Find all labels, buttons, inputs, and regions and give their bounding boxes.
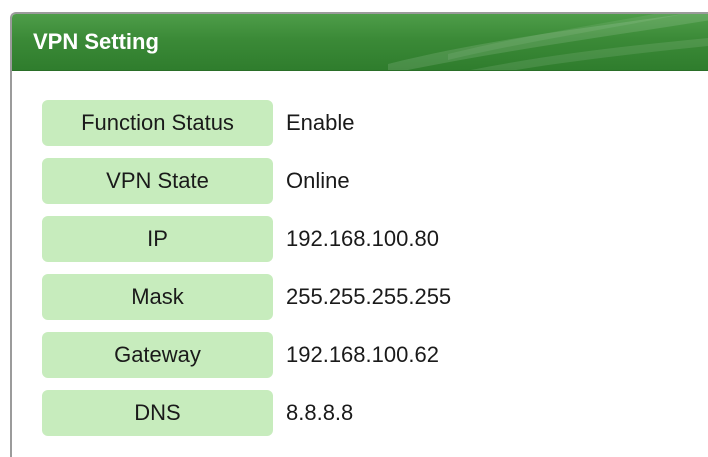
gateway-label: Gateway (42, 332, 273, 378)
dns-label: DNS (42, 390, 273, 436)
mask-value: 255.255.255.255 (286, 284, 452, 309)
function-status-value: Enable (286, 110, 355, 135)
vpn-state-value: Online (286, 168, 350, 193)
vpn-setting-panel: VPN Setting Function Status Enable VPN S… (10, 12, 708, 457)
header-decoration (388, 14, 708, 70)
function-status-label: Function Status (42, 100, 273, 146)
gateway-value: 192.168.100.62 (286, 342, 439, 367)
vpn-state-label: VPN State (42, 158, 273, 204)
dns-value: 8.8.8.8 (286, 400, 354, 425)
panel-header: VPN Setting (12, 14, 708, 71)
ip-value: 192.168.100.80 (286, 226, 439, 251)
panel-title: VPN Setting (33, 29, 159, 54)
mask-label: Mask (42, 274, 273, 320)
ip-label: IP (42, 216, 273, 262)
